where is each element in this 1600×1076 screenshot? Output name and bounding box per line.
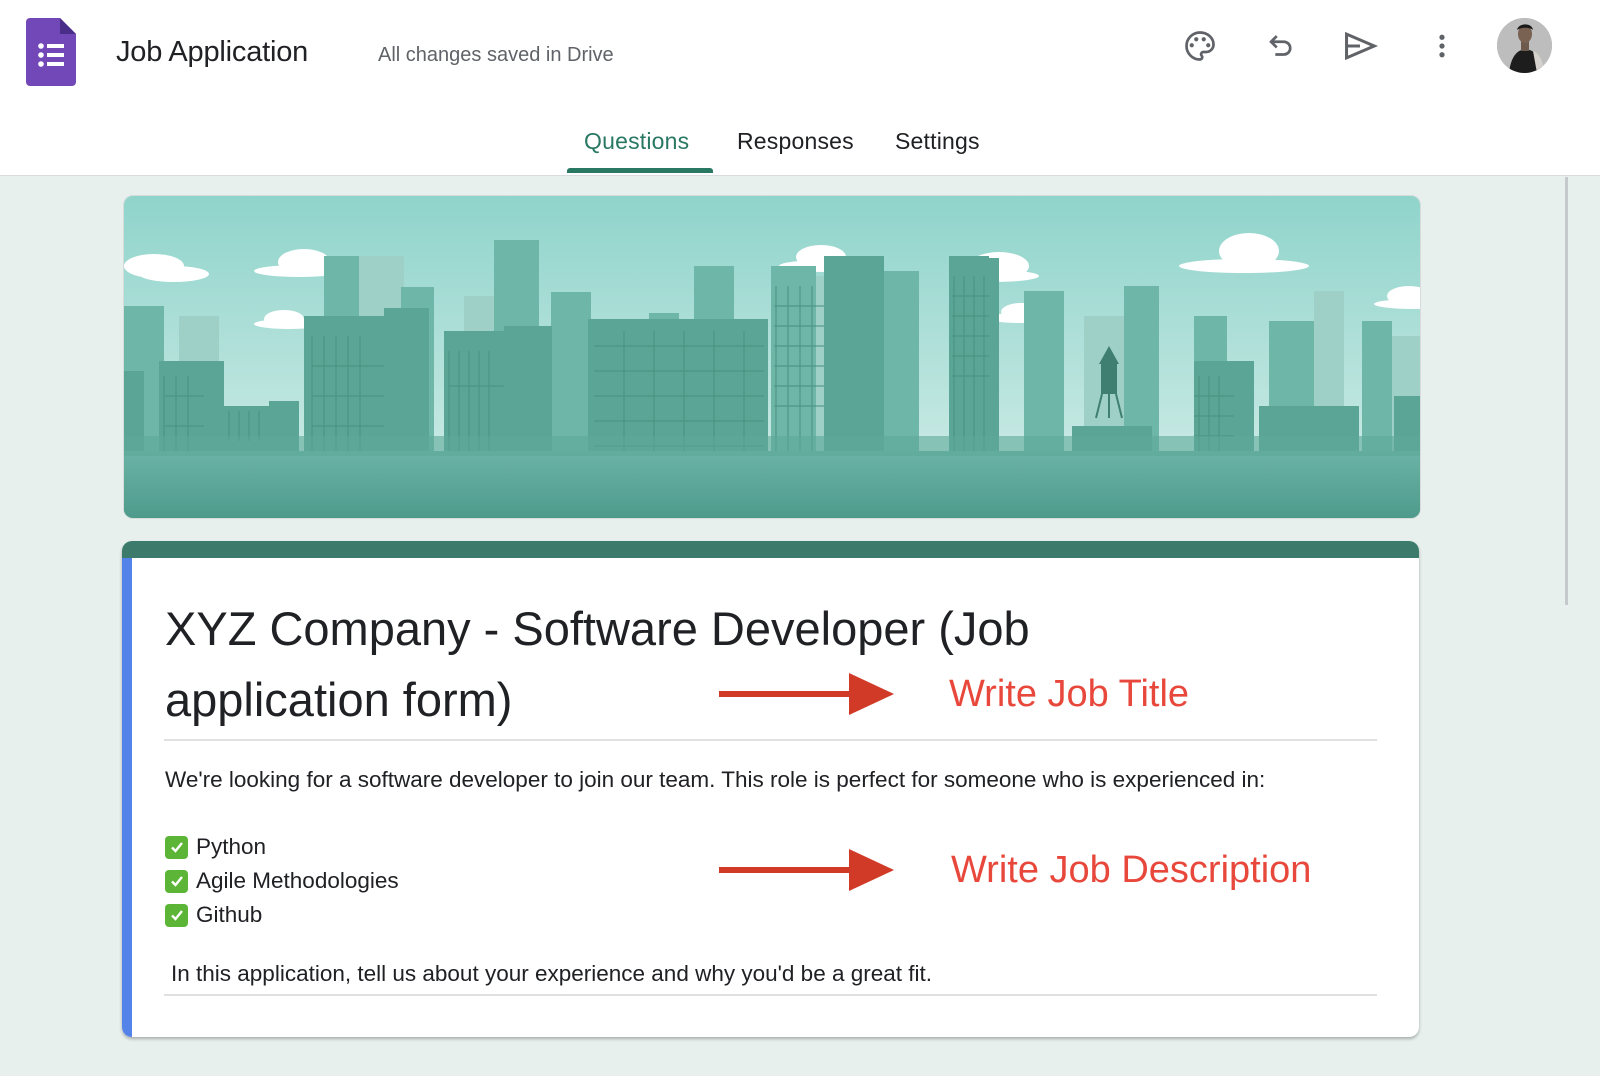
card-color-strip (122, 541, 1419, 558)
form-description-input[interactable]: We're looking for a software developer t… (165, 763, 1385, 932)
title-underline (164, 739, 1377, 741)
description-underline (164, 994, 1377, 996)
annotation-job-title: Write Job Title (949, 673, 1190, 715)
annotation-arrow-icon (719, 673, 894, 715)
focus-indicator-bar (122, 558, 132, 1037)
description-closing: In this application, tell us about your … (171, 961, 933, 986)
tab-questions[interactable]: Questions (584, 128, 689, 155)
send-button[interactable] (1336, 22, 1384, 70)
avatar-photo-icon (1497, 18, 1552, 73)
form-header-card[interactable]: XYZ Company - Software Developer (Job ap… (122, 541, 1419, 1037)
customize-theme-button[interactable] (1176, 22, 1224, 70)
page-scrollbar[interactable] (1565, 177, 1568, 605)
tab-settings[interactable]: Settings (895, 128, 980, 155)
more-vert-icon (1439, 34, 1445, 58)
city-skyline-illustration (124, 196, 1420, 518)
document-title[interactable]: Job Application (116, 36, 308, 69)
user-avatar[interactable] (1497, 18, 1552, 73)
app-header: Job Application All changes saved in Dri… (0, 0, 1600, 176)
undo-icon (1269, 35, 1292, 56)
active-tab-indicator (567, 168, 713, 173)
send-icon (1345, 31, 1379, 61)
check-mark-icon (165, 903, 188, 927)
header-banner-image (123, 195, 1421, 519)
save-status: All changes saved in Drive (378, 44, 614, 66)
annotation-arrow-icon (719, 849, 894, 891)
skill-label: Agile Methodologies (196, 868, 399, 893)
check-mark-icon (165, 835, 188, 859)
check-mark-icon (165, 869, 188, 893)
description-intro: We're looking for a software developer t… (165, 767, 1266, 792)
skill-label: Github (196, 902, 263, 927)
undo-button[interactable] (1257, 22, 1305, 70)
palette-icon (1185, 31, 1215, 61)
tab-responses[interactable]: Responses (737, 128, 854, 155)
tab-bar: Questions Responses Settings (0, 110, 1600, 176)
skill-label: Python (196, 834, 267, 859)
annotation-job-description: Write Job Description (951, 849, 1312, 891)
more-options-button[interactable] (1418, 22, 1466, 70)
google-forms-logo-icon[interactable] (26, 18, 76, 86)
skill-item: Github (165, 898, 1385, 932)
